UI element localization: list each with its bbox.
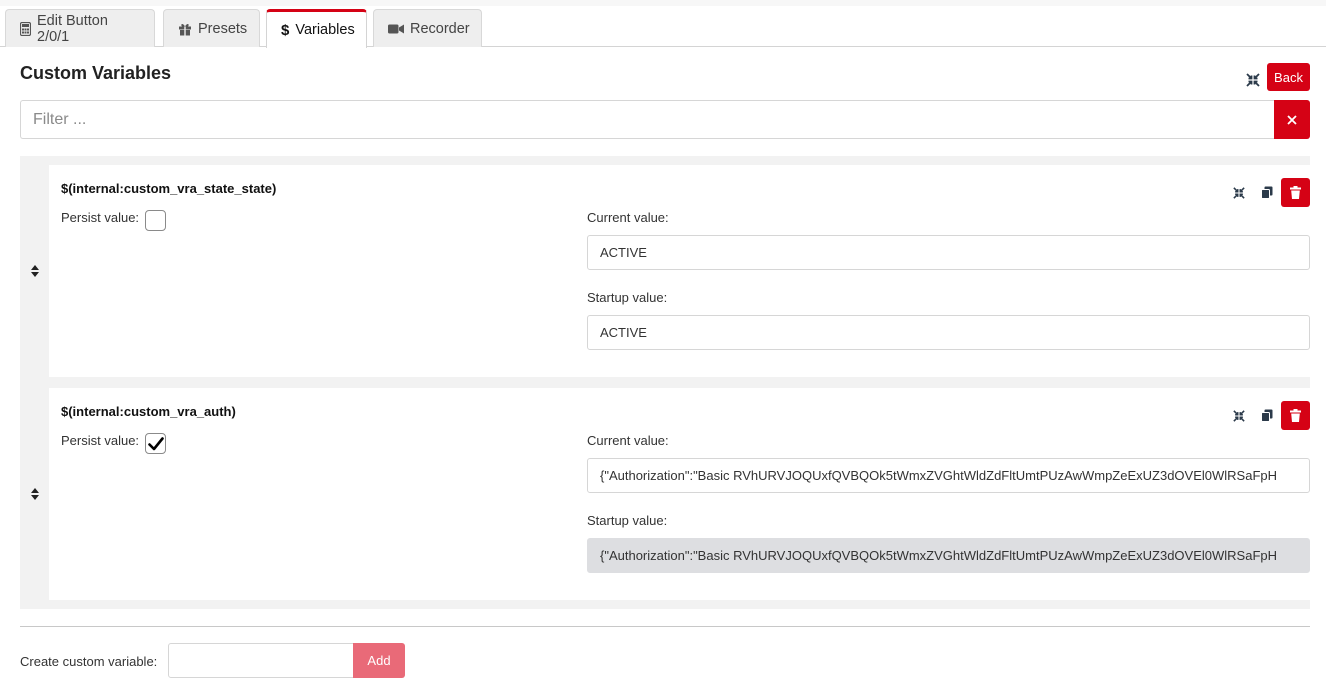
- persist-checkbox[interactable]: [145, 210, 166, 231]
- tab-recorder[interactable]: Recorder: [373, 9, 482, 47]
- tab-variables[interactable]: $ Variables: [266, 9, 367, 48]
- close-icon: [1287, 114, 1297, 125]
- delete-button[interactable]: [1281, 401, 1310, 430]
- sort-icon: [30, 265, 39, 277]
- startup-value-input[interactable]: [587, 315, 1310, 350]
- calculator-icon: [20, 21, 31, 36]
- variable-name: $(internal:custom_vra_auth): [61, 404, 236, 419]
- tab-bar: Edit Button 2/0/1 Presets $ Variables Re…: [0, 0, 1326, 48]
- tab-label: Variables: [295, 22, 355, 38]
- collapse-all-icon[interactable]: [1245, 72, 1261, 88]
- dollar-icon: $: [281, 21, 290, 39]
- checkmark-icon: [147, 436, 164, 450]
- video-icon: [388, 23, 404, 35]
- current-value-input[interactable]: [587, 235, 1310, 270]
- add-variable-button[interactable]: Add: [353, 643, 405, 678]
- variable-row: $(internal:custom_vra_state_state) Persi…: [20, 165, 1310, 377]
- page-title: Custom Variables: [20, 63, 172, 83]
- tab-presets[interactable]: Presets: [163, 9, 260, 47]
- drag-handle[interactable]: [20, 388, 49, 600]
- variable-actions: [1225, 401, 1310, 430]
- persist-checkbox[interactable]: [145, 433, 166, 454]
- trash-icon: [1290, 186, 1301, 199]
- tab-edit-button[interactable]: Edit Button 2/0/1: [5, 9, 155, 47]
- filter-input[interactable]: [20, 100, 1275, 139]
- collapse-icon[interactable]: [1225, 402, 1253, 430]
- tab-label: Edit Button 2/0/1: [37, 12, 108, 45]
- collapse-icon[interactable]: [1225, 179, 1253, 207]
- gift-icon: [178, 22, 192, 36]
- filter-group: [20, 100, 1310, 139]
- variable-list: $(internal:custom_vra_state_state) Persi…: [20, 156, 1310, 609]
- variable-card: $(internal:custom_vra_state_state) Persi…: [49, 165, 1310, 377]
- sort-icon: [30, 488, 39, 500]
- copy-icon[interactable]: [1253, 402, 1281, 430]
- persist-label: Persist value:: [61, 210, 140, 225]
- startup-value-input: [587, 538, 1310, 573]
- current-value-label: Current value:: [587, 433, 669, 448]
- back-button[interactable]: Back: [1267, 63, 1310, 91]
- create-variable-label: Create custom variable:: [20, 654, 158, 669]
- current-value-label: Current value:: [587, 210, 669, 225]
- variable-name: $(internal:custom_vra_state_state): [61, 181, 277, 196]
- persist-label: Persist value:: [61, 433, 140, 448]
- variable-actions: [1225, 178, 1310, 207]
- variable-card: $(internal:custom_vra_auth) Persist valu…: [49, 388, 1310, 600]
- create-variable-input[interactable]: [168, 643, 354, 678]
- tab-label: Recorder: [410, 20, 470, 37]
- startup-value-label: Startup value:: [587, 290, 668, 305]
- current-value-input[interactable]: [587, 458, 1310, 493]
- delete-button[interactable]: [1281, 178, 1310, 207]
- tab-label: Presets: [198, 20, 248, 37]
- clear-filter-button[interactable]: [1274, 100, 1310, 139]
- drag-handle[interactable]: [20, 165, 49, 377]
- divider: [20, 626, 1310, 627]
- trash-icon: [1290, 409, 1301, 422]
- copy-icon[interactable]: [1253, 179, 1281, 207]
- variable-row: $(internal:custom_vra_auth) Persist valu…: [20, 388, 1310, 600]
- startup-value-label: Startup value:: [587, 513, 668, 528]
